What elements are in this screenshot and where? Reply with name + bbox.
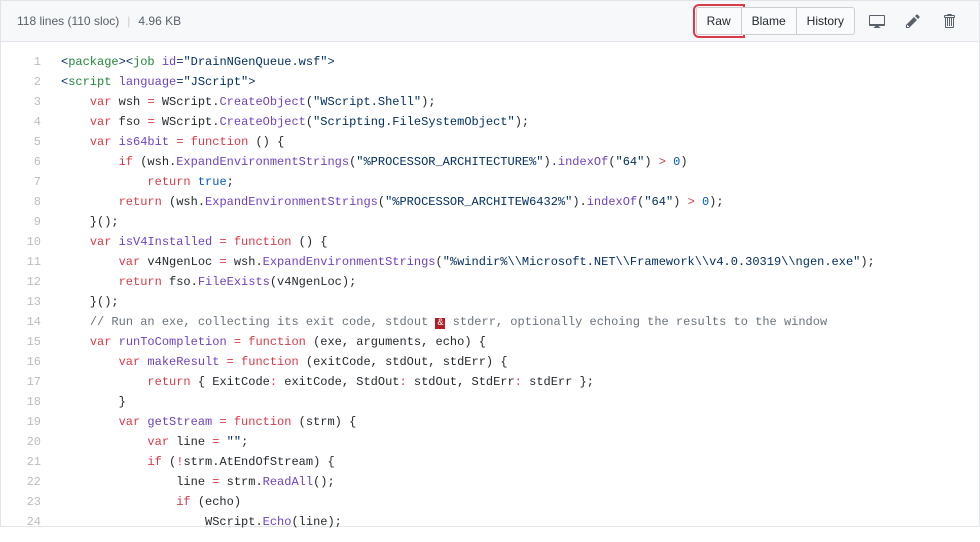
blame-button[interactable]: Blame [741,7,797,35]
line-number[interactable]: 4 [1,112,41,132]
code-viewer: 123456789101112131415161718192021222324 … [1,42,979,542]
code-content[interactable]: <package><job id="DrainNGenQueue.wsf"><s… [51,42,979,542]
file-size: 4.96 KB [138,14,181,28]
line-number[interactable]: 17 [1,372,41,392]
file-header: 118 lines (110 sloc) | 4.96 KB Raw Blame… [1,1,979,42]
line-number[interactable]: 12 [1,272,41,292]
line-number[interactable]: 8 [1,192,41,212]
line-number[interactable]: 11 [1,252,41,272]
code-line: <package><job id="DrainNGenQueue.wsf"> [61,52,969,72]
code-line: return { ExitCode: exitCode, StdOut: std… [61,372,969,392]
file-info: 118 lines (110 sloc) | 4.96 KB [17,14,181,28]
lines-count: 118 lines (110 sloc) [17,14,119,28]
line-number[interactable]: 21 [1,452,41,472]
code-line: line = strm.ReadAll(); [61,472,969,492]
line-number[interactable]: 7 [1,172,41,192]
line-number[interactable]: 2 [1,72,41,92]
line-number[interactable]: 19 [1,412,41,432]
code-line: if (echo) [61,492,969,512]
trash-icon[interactable] [935,7,963,35]
code-line: var line = ""; [61,432,969,452]
code-line: if (!strm.AtEndOfStream) { [61,452,969,472]
code-line: var v4NgenLoc = wsh.ExpandEnvironmentStr… [61,252,969,272]
line-number[interactable]: 14 [1,312,41,332]
button-group: Raw Blame History [696,7,855,35]
line-number[interactable]: 18 [1,392,41,412]
code-line: return true; [61,172,969,192]
code-line: var wsh = WScript.CreateObject("WScript.… [61,92,969,112]
code-line: var runToCompletion = function (exe, arg… [61,332,969,352]
code-line: WScript.Echo(line); [61,512,969,532]
line-number[interactable]: 20 [1,432,41,452]
line-number[interactable]: 24 [1,512,41,532]
line-number[interactable]: 13 [1,292,41,312]
code-line: var makeResult = function (exitCode, std… [61,352,969,372]
code-line: } [61,392,969,412]
divider: | [127,14,130,28]
history-button[interactable]: History [796,7,855,35]
line-number[interactable]: 6 [1,152,41,172]
code-line: var isV4Installed = function () { [61,232,969,252]
line-numbers: 123456789101112131415161718192021222324 [1,42,51,542]
line-number[interactable]: 16 [1,352,41,372]
raw-button[interactable]: Raw [696,7,742,35]
code-line: var getStream = function (strm) { [61,412,969,432]
code-line: }(); [61,292,969,312]
code-line: }(); [61,212,969,232]
line-number[interactable]: 9 [1,212,41,232]
code-line: // Run an exe, collecting its exit code,… [61,312,969,332]
code-line: return fso.FileExists(v4NgenLoc); [61,272,969,292]
line-number[interactable]: 5 [1,132,41,152]
line-number[interactable]: 10 [1,232,41,252]
pencil-icon[interactable] [899,7,927,35]
code-line: <script language="JScript"> [61,72,969,92]
code-line: if (wsh.ExpandEnvironmentStrings("%PROCE… [61,152,969,172]
line-number[interactable]: 23 [1,492,41,512]
file-actions: Raw Blame History [696,7,963,35]
line-number[interactable]: 1 [1,52,41,72]
code-line: var is64bit = function () { [61,132,969,152]
desktop-icon[interactable] [863,7,891,35]
code-line: var fso = WScript.CreateObject("Scriptin… [61,112,969,132]
line-number[interactable]: 3 [1,92,41,112]
code-line: return (wsh.ExpandEnvironmentStrings("%P… [61,192,969,212]
line-number[interactable]: 22 [1,472,41,492]
line-number[interactable]: 15 [1,332,41,352]
